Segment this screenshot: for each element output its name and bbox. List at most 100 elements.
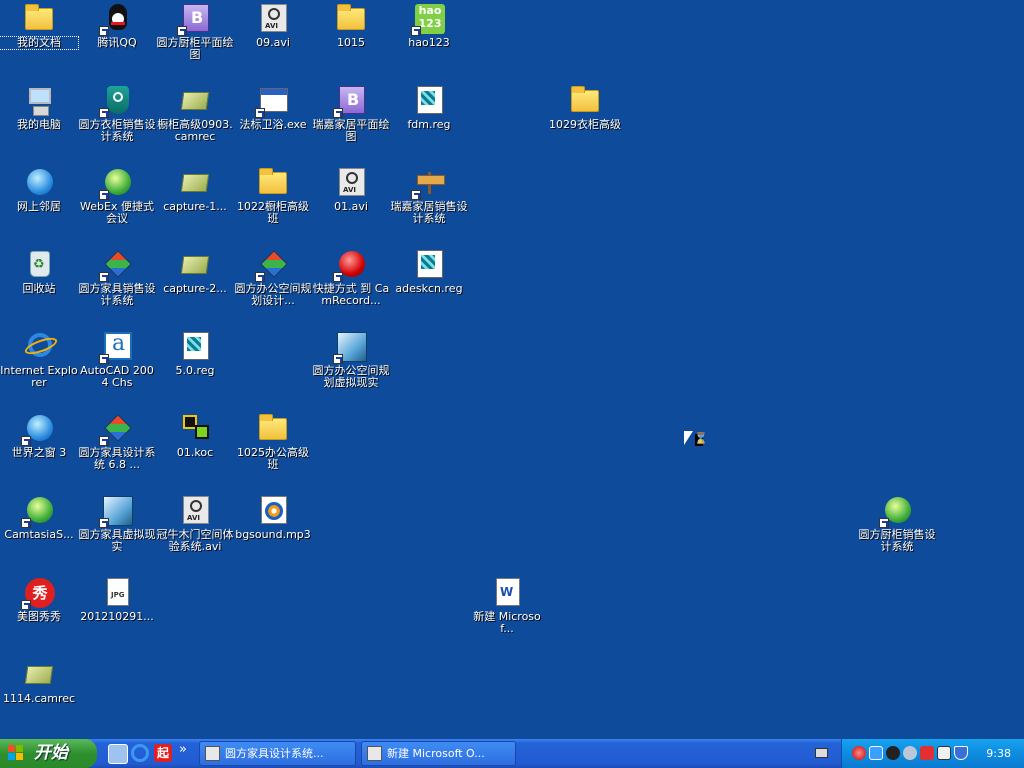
my-computer-icon [23, 84, 55, 116]
desktop-icon-camrecorder[interactable]: 快捷方式 到 CamRecord... [312, 248, 390, 307]
desktop-icon-camrec-0903[interactable]: 橱柜高级0903.camrec [156, 84, 234, 143]
desktop-icon-01-avi[interactable]: AVI 01.avi [312, 166, 390, 213]
task-button-word-document[interactable]: 新建 Microsoft O... [361, 741, 516, 766]
desktop-icon-hao123[interactable]: hao 123 hao123 [390, 2, 468, 49]
network-icon[interactable] [869, 746, 883, 760]
office-planning-icon [255, 248, 289, 282]
search-engine-icon[interactable]: 起 [154, 744, 172, 762]
furniture-sales-icon [99, 248, 133, 282]
desktop-icon-webex[interactable]: WebEx 便捷式会议 [78, 166, 156, 225]
camrecorder-icon[interactable] [852, 746, 866, 760]
camrec-file-icon [179, 84, 211, 116]
clock[interactable]: 9:38 [986, 739, 1011, 768]
qq-tray-icon[interactable] [886, 746, 900, 760]
folder-icon [257, 166, 289, 198]
desktop-icon-furniture-vr[interactable]: 圆方家具虚拟现实 [78, 494, 156, 553]
recycle-bin-icon [23, 248, 55, 280]
desktop-icon-jpg-file[interactable]: JPG 201210291... [78, 576, 156, 623]
keyboard-icon[interactable] [815, 748, 828, 758]
desktop-icon-camtasia[interactable]: CamtasiaS... [0, 494, 78, 541]
folder-icon [335, 2, 367, 34]
folder-icon [23, 2, 55, 34]
folder-icon [257, 412, 289, 444]
reg-file-icon [413, 248, 445, 280]
jpg-file-icon: JPG [101, 576, 133, 608]
internet-explorer-icon[interactable] [131, 744, 149, 762]
koc-file-icon [179, 412, 211, 444]
avi-file-icon: AVI [257, 2, 289, 34]
desktop-icon-kitchen-sales[interactable]: 圆方厨柜销售设计系统 [858, 494, 936, 553]
desktop-icon-autocad[interactable]: AutoCAD 2004 Chs [78, 330, 156, 389]
desktop-icon-door-avi[interactable]: AVI 冠牛木门空间体验系统.avi [156, 494, 234, 553]
autocad-icon [99, 330, 133, 364]
task-button-furniture-design[interactable]: 圆方家具设计系统... [199, 741, 356, 766]
windows-logo-icon [8, 745, 24, 761]
desktop[interactable]: 我的文档 我的电脑 网上邻居 回收站 Internet Explorer 世界之… [0, 0, 1024, 739]
camrec-file-icon [23, 658, 55, 690]
desktop-icon-bgsound-mp3[interactable]: bgsound.mp3 [234, 494, 312, 541]
desktop-icon-adeskcn-reg[interactable]: adeskcn.reg [390, 248, 468, 295]
desktop-icon-1022-folder[interactable]: 1022橱柜高级班 [234, 166, 312, 225]
camrec-file-icon [179, 248, 211, 280]
kitchen-plan-icon [177, 2, 211, 36]
desktop-icon-capture-2[interactable]: capture-2... [156, 248, 234, 295]
avi-file-icon: AVI [335, 166, 367, 198]
kitchen-sales-icon [879, 494, 913, 528]
desktop-icon-ruijia-plan[interactable]: 瑞嘉家居平面绘图 [312, 84, 390, 143]
desktop-icon-my-documents[interactable]: 我的文档 [0, 2, 79, 50]
quick-launch-overflow-icon[interactable]: » [179, 742, 197, 760]
desktop-icon-furniture-design[interactable]: 圆方家具设计系统 6.8 ... [78, 412, 156, 471]
desktop-icon-internet-explorer[interactable]: Internet Explorer [0, 330, 78, 389]
office-vr-icon [333, 330, 367, 364]
camrecorder-icon [333, 248, 367, 282]
desktop-icon-furniture-sales[interactable]: 圆方家具销售设计系统 [78, 248, 156, 307]
folder-icon [569, 84, 601, 116]
hao123-icon: hao 123 [411, 2, 445, 36]
mp3-file-icon [257, 494, 289, 526]
busy-cursor-icon [684, 431, 708, 451]
exe-file-icon [255, 84, 289, 118]
ruijia-plan-icon [333, 84, 367, 118]
desktop-icon-09-avi[interactable]: AVI 09.avi [234, 2, 312, 49]
desktop-icon-recycle-bin[interactable]: 回收站 [0, 248, 78, 295]
desktop-icon-1029-folder[interactable]: 1029衣柜高级 [546, 84, 624, 131]
desktop-icon-1114-camrec[interactable]: 1114.camrec [0, 658, 78, 705]
antivirus-icon[interactable] [937, 746, 951, 760]
desktop-icon-wardrobe-sales[interactable]: 圆方衣柜销售设计系统 [78, 84, 156, 143]
internet-explorer-icon [23, 330, 55, 362]
camrec-file-icon [179, 166, 211, 198]
qq-icon [99, 2, 133, 36]
desktop-icon-my-computer[interactable]: 我的电脑 [0, 84, 78, 131]
desktop-icon-1015-folder[interactable]: 1015 [312, 2, 390, 49]
desktop-icon-kitchen-plan[interactable]: 圆方厨柜平面绘图 [156, 2, 234, 61]
avi-file-icon: AVI [179, 494, 211, 526]
desktop-icon-qq[interactable]: 腾讯QQ [78, 2, 156, 49]
signpost-icon [411, 166, 445, 200]
desktop-icon-5-0-reg[interactable]: 5.0.reg [156, 330, 234, 377]
start-label: 开始 [34, 743, 68, 763]
security-icon[interactable] [920, 746, 934, 760]
desktop-icon-meitu[interactable]: 秀 美图秀秀 [0, 576, 78, 623]
desktop-icon-office-planning[interactable]: 圆方办公空间规划设计... [234, 248, 312, 307]
reg-file-icon [413, 84, 445, 116]
show-desktop-icon[interactable] [108, 744, 128, 764]
furniture-design-icon [205, 746, 220, 761]
desktop-icon-ruijia-sales[interactable]: 瑞嘉家居销售设计系统 [390, 166, 468, 225]
desktop-icon-office-vr[interactable]: 圆方办公空间规划虚拟现实 [312, 330, 390, 389]
desktop-icon-word-document[interactable]: 新建 Microsof... [468, 576, 546, 635]
theworld-browser-icon [21, 412, 55, 446]
desktop-icon-fabiao-exe[interactable]: 法标卫浴.exe [234, 84, 312, 131]
start-button[interactable]: 开始 [0, 739, 97, 768]
desktop-icon-theworld-browser[interactable]: 世界之窗 3 [0, 412, 78, 459]
system-tray: 9:38 [841, 739, 1024, 768]
desktop-icon-capture-1[interactable]: capture-1... [156, 166, 234, 213]
word-document-icon [367, 746, 382, 761]
desktop-icon-fdm-reg[interactable]: fdm.reg [390, 84, 468, 131]
shield-icon[interactable] [954, 746, 968, 760]
desktop-icon-01-koc[interactable]: 01.koc [156, 412, 234, 459]
speaker-icon[interactable] [903, 746, 917, 760]
desktop-icon-network-places[interactable]: 网上邻居 [0, 166, 78, 213]
network-places-icon [23, 166, 55, 198]
webex-icon [99, 166, 133, 200]
desktop-icon-1025-folder[interactable]: 1025办公高级班 [234, 412, 312, 471]
